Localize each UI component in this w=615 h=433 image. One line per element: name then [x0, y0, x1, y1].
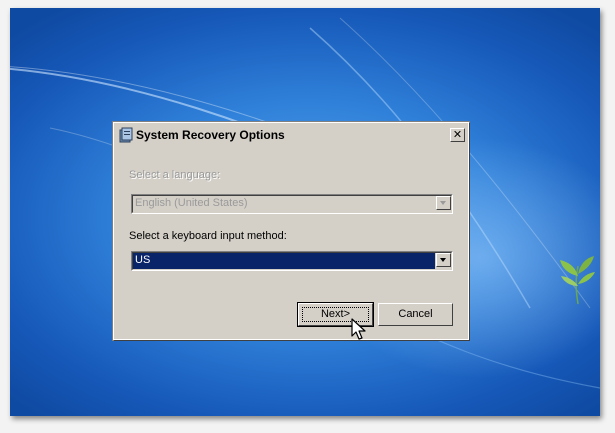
close-icon: ✕: [452, 128, 463, 141]
dialog-titlebar[interactable]: System Recovery Options ✕: [116, 125, 466, 145]
language-select-value: English (United States): [133, 196, 435, 212]
screenshot-frame: System Recovery Options ✕ Select a langu…: [0, 0, 615, 433]
language-label: Select a language:: [129, 169, 221, 181]
windows-leaf-icon: [560, 256, 595, 305]
cancel-button-label: Cancel: [398, 308, 433, 320]
chevron-down-icon: [436, 196, 451, 210]
keyboard-label: Select a keyboard input method:: [129, 230, 287, 242]
recovery-app-icon: [119, 127, 133, 143]
language-select: English (United States): [131, 194, 453, 214]
keyboard-select-value[interactable]: US: [133, 253, 435, 269]
next-button-label: Next>: [320, 308, 351, 320]
mouse-pointer-icon: [351, 318, 366, 340]
cancel-button[interactable]: Cancel: [378, 303, 453, 326]
system-recovery-dialog: System Recovery Options ✕ Select a langu…: [113, 122, 469, 340]
close-button[interactable]: ✕: [450, 128, 465, 142]
keyboard-select[interactable]: US: [131, 251, 453, 271]
dialog-title: System Recovery Options: [136, 128, 285, 142]
chevron-down-icon[interactable]: [436, 253, 451, 267]
